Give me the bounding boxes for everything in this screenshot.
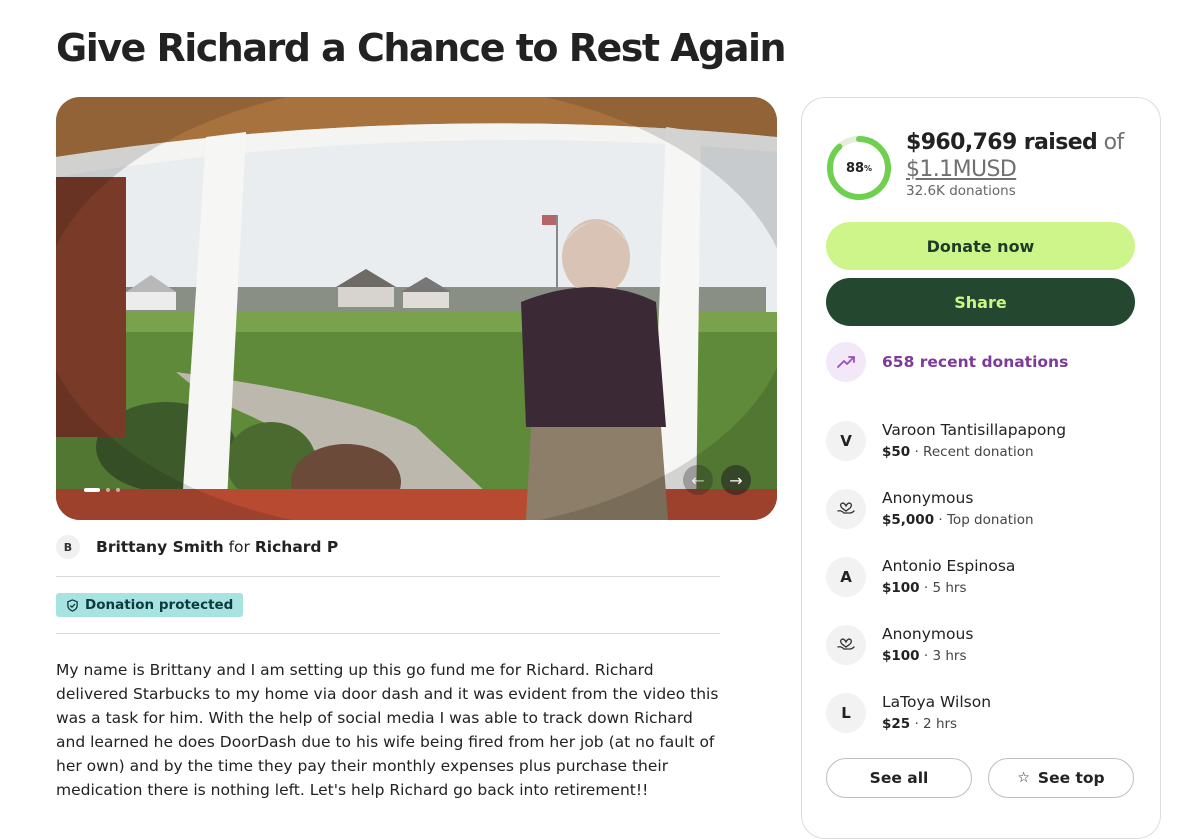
star-icon: ☆ bbox=[1017, 770, 1030, 786]
carousel-dot-active[interactable] bbox=[84, 488, 100, 492]
campaign-photo[interactable]: ← → bbox=[56, 97, 777, 520]
recent-donations-label: 658 recent donations bbox=[882, 353, 1069, 371]
arrow-left-icon: ← bbox=[691, 470, 705, 490]
donation-protected-badge[interactable]: Donation protected bbox=[56, 593, 244, 617]
donation-protected-label: Donation protected bbox=[85, 597, 234, 613]
donor-avatar: A bbox=[826, 557, 866, 597]
donor-amount: $25 bbox=[882, 716, 911, 732]
donor-amount: $50 bbox=[882, 444, 911, 460]
donor-name: Anonymous bbox=[882, 625, 974, 643]
divider bbox=[56, 633, 720, 634]
campaign-story: My name is Brittany and I am setting up … bbox=[56, 661, 719, 799]
donor-detail: · 3 hrs bbox=[919, 648, 967, 664]
share-button[interactable]: Share bbox=[826, 278, 1135, 326]
organizer-name[interactable]: Brittany Smith bbox=[96, 538, 224, 556]
donor-item: V Varoon Tantisillapapong $50 · Recent d… bbox=[826, 420, 1066, 462]
raised-of: of bbox=[1103, 130, 1125, 155]
trending-up-icon bbox=[826, 342, 866, 382]
arrow-right-icon: → bbox=[729, 470, 743, 490]
organizer-row: B Brittany Smith for Richard P bbox=[56, 535, 338, 559]
donor-avatar: V bbox=[826, 421, 866, 461]
donate-now-button[interactable]: Donate now bbox=[826, 222, 1135, 270]
donor-detail: · Recent donation bbox=[910, 444, 1034, 460]
progress-percent-suffix: % bbox=[864, 163, 873, 173]
donor-item: Anonymous $5,000 · Top donation bbox=[826, 488, 1034, 530]
donor-detail: · Top donation bbox=[934, 512, 1034, 528]
donor-item: Anonymous $100 · 3 hrs bbox=[826, 624, 973, 666]
raised-summary: $960,769 raised of $1.1MUSD 32.6K donati… bbox=[906, 129, 1146, 199]
progress-percent: 88% bbox=[826, 135, 892, 201]
carousel-prev-button[interactable]: ← bbox=[683, 465, 713, 495]
carousel-dot[interactable] bbox=[106, 488, 110, 492]
donor-item: A Antonio Espinosa $100 · 5 hrs bbox=[826, 556, 1015, 598]
donor-amount: $100 bbox=[882, 648, 920, 664]
divider bbox=[56, 576, 720, 577]
donation-count: 32.6K donations bbox=[906, 183, 1016, 199]
heart-hand-icon bbox=[826, 489, 866, 529]
donor-detail: · 5 hrs bbox=[919, 580, 967, 596]
campaign-title: Give Richard a Chance to Rest Again bbox=[56, 26, 787, 70]
recent-donations-link[interactable]: 658 recent donations bbox=[826, 342, 1068, 382]
shield-check-icon bbox=[67, 598, 78, 612]
heart-hand-icon bbox=[826, 625, 866, 665]
donor-avatar: L bbox=[826, 693, 866, 733]
donor-item: L LaToya Wilson $25 · 2 hrs bbox=[826, 692, 991, 734]
see-all-button[interactable]: See all bbox=[826, 758, 972, 798]
donor-amount: $100 bbox=[882, 580, 920, 596]
beneficiary-name[interactable]: Richard P bbox=[255, 538, 338, 556]
goal-amount[interactable]: $1.1MUSD bbox=[906, 157, 1146, 182]
donor-name: LaToya Wilson bbox=[882, 693, 992, 711]
donation-sidebar: 88% $960,769 raised of $1.1MUSD 32.6K do… bbox=[801, 97, 1161, 839]
donor-name: Varoon Tantisillapapong bbox=[882, 421, 1067, 439]
donor-name: Antonio Espinosa bbox=[882, 557, 1016, 575]
organizer-text: Brittany Smith for Richard P bbox=[96, 538, 338, 556]
donor-amount: $5,000 bbox=[882, 512, 935, 528]
progress-percent-value: 88 bbox=[845, 160, 865, 176]
see-top-button[interactable]: ☆ See top bbox=[988, 758, 1134, 798]
donor-name: Anonymous bbox=[882, 489, 974, 507]
organizer-connector: for bbox=[228, 538, 250, 556]
carousel-dot[interactable] bbox=[116, 488, 120, 492]
donor-detail: · 2 hrs bbox=[910, 716, 958, 732]
raised-amount: $960,769 raised bbox=[906, 130, 1098, 155]
carousel-next-button[interactable]: → bbox=[721, 465, 751, 495]
see-top-label: See top bbox=[1037, 769, 1105, 787]
campaign-photo-image bbox=[56, 97, 777, 520]
organizer-avatar[interactable]: B bbox=[56, 535, 80, 559]
carousel-indicator bbox=[84, 488, 120, 492]
